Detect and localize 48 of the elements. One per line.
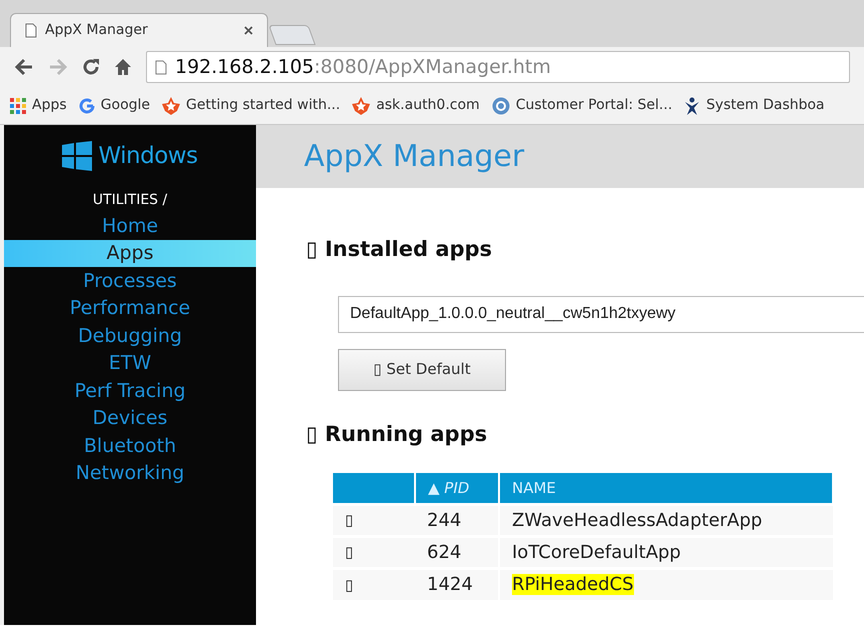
table-cell: 624	[415, 536, 499, 568]
home-icon[interactable]	[114, 58, 132, 76]
tab-title: AppX Manager	[45, 21, 149, 40]
address-bar[interactable]: 192.168.2.105:8080/AppXManager.htm	[146, 51, 850, 83]
action-cell[interactable]: ▯	[333, 568, 415, 600]
section-label: UTILITIES /	[92, 191, 168, 210]
browser-tab[interactable]: AppX Manager	[10, 13, 268, 47]
app-dropdown[interactable]: DefaultApp_1.0.0.0_neutral__cw5n1h2txyewy	[338, 296, 864, 332]
set-default-button[interactable]: ▯ Set Default	[338, 348, 506, 390]
table-cell: RPiHeadedCS	[512, 574, 634, 596]
apps-grid-icon	[10, 98, 26, 114]
star-badge-icon	[352, 96, 370, 114]
windows-logo: Windows	[62, 139, 198, 173]
bookmark[interactable]: Google	[78, 95, 150, 116]
nav-item[interactable]: Devices	[4, 404, 256, 432]
bookmark[interactable]: Getting started with...	[162, 95, 340, 116]
table-cell: 1424	[415, 568, 499, 600]
table-cell: ZWaveHeadlessAdapterApp	[512, 510, 762, 530]
nav-item[interactable]: ETW	[4, 350, 256, 377]
section-heading: ▯ Installed apps	[306, 236, 494, 263]
close-icon[interactable]	[244, 26, 253, 35]
nav-item[interactable]: Debugging	[4, 322, 256, 350]
nav-item[interactable]: Perf Tracing	[4, 377, 256, 404]
g-letter-icon	[78, 98, 95, 114]
url-text: 192.168.2.105:8080/AppXManager.htm	[175, 54, 551, 80]
page-title: AppX Manager	[304, 138, 524, 176]
page-icon	[155, 60, 167, 74]
bookmark[interactable]: ask.auth0.com	[352, 95, 480, 116]
nav-item[interactable]: Processes	[4, 267, 256, 294]
star-badge-icon	[162, 96, 180, 114]
bookmark[interactable]: Customer Portal: Sel...	[492, 95, 672, 116]
nav-item[interactable]: Bluetooth	[4, 432, 256, 460]
bookmark[interactable]: Apps	[10, 95, 67, 116]
action-cell[interactable]: ▯	[333, 536, 415, 568]
nav-item[interactable]: Apps	[4, 240, 256, 267]
back-icon[interactable]	[14, 58, 34, 76]
nav-item[interactable]: Networking	[4, 460, 256, 487]
section-heading: ▯ Running apps	[306, 420, 488, 448]
page-icon	[25, 23, 37, 38]
bookmark[interactable]: System Dashboa	[684, 95, 825, 116]
action-cell[interactable]: ▯	[333, 504, 415, 536]
table-cell: IoTCoreDefaultApp	[512, 542, 681, 562]
reload-icon[interactable]	[82, 58, 100, 76]
figure-icon	[684, 96, 700, 114]
nav-item[interactable]: Home	[4, 212, 256, 240]
nav-item[interactable]: Performance	[4, 294, 256, 322]
circle-badge-icon	[492, 96, 510, 114]
table-cell: 244	[415, 504, 499, 536]
